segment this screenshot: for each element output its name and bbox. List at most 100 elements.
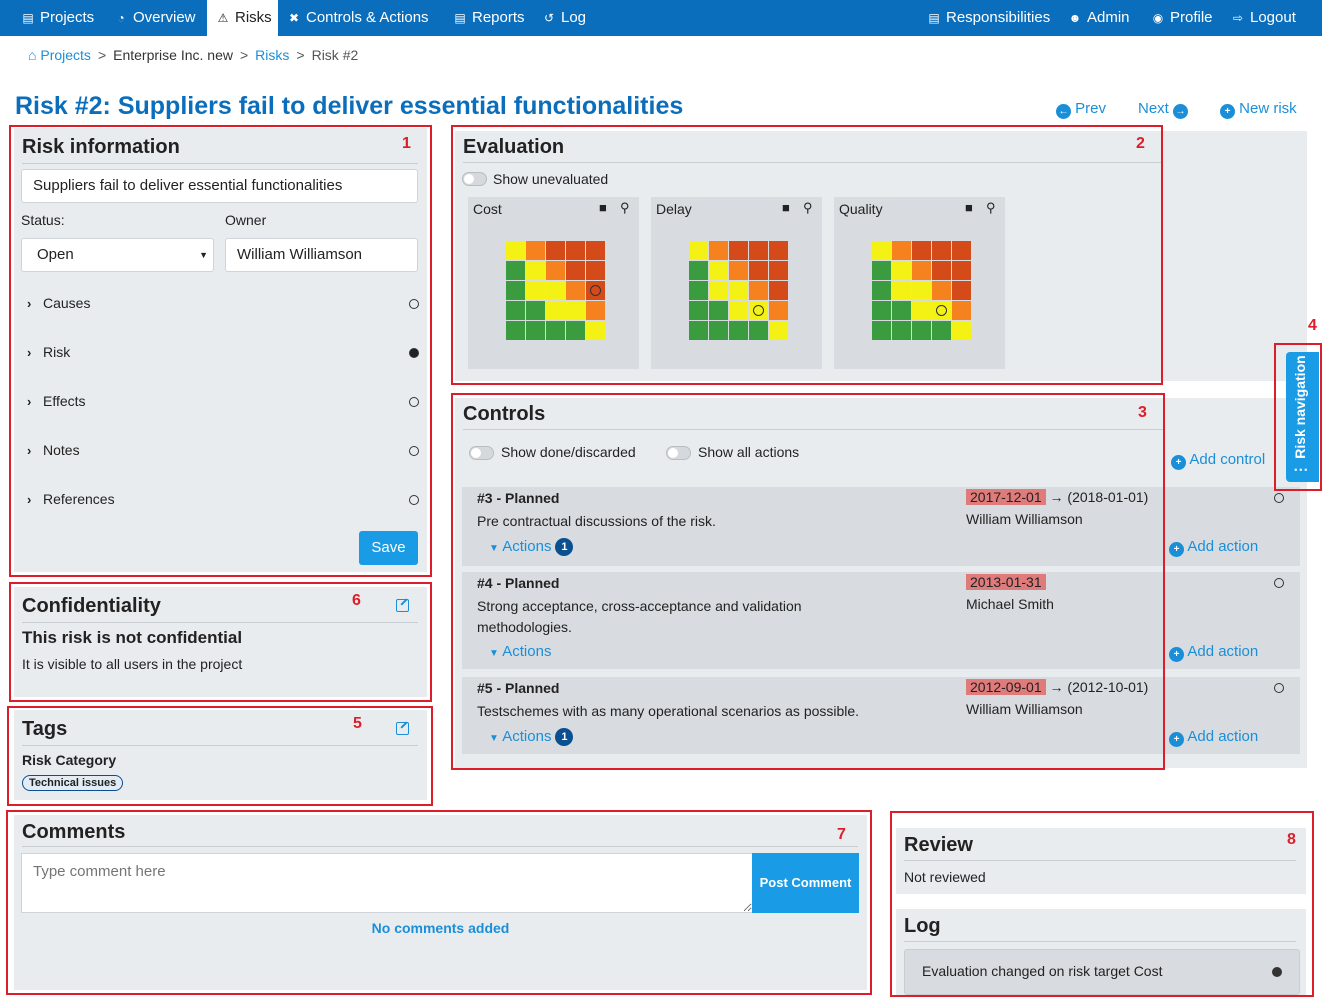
matrix-cell[interactable] xyxy=(769,281,788,300)
edit-icon[interactable] xyxy=(396,599,409,612)
matrix-cell[interactable] xyxy=(506,321,525,340)
new-risk-button[interactable]: + New risk xyxy=(1220,100,1297,119)
matrix-cell[interactable] xyxy=(749,241,768,260)
matrix-cell[interactable] xyxy=(749,261,768,280)
actions-toggle[interactable]: ▼ Actions 1 xyxy=(489,538,574,556)
matrix-cell[interactable] xyxy=(729,301,748,320)
breadcrumb-risks[interactable]: Risks xyxy=(255,47,289,63)
nav-responsibilities[interactable]: ▤ Responsibilities xyxy=(926,0,1050,36)
matrix-cell[interactable] xyxy=(546,261,565,280)
matrix-cell[interactable] xyxy=(932,261,951,280)
matrix-cell[interactable] xyxy=(729,261,748,280)
matrix-cell[interactable] xyxy=(872,261,891,280)
add-action-button[interactable]: + Add action xyxy=(1169,643,1258,662)
breadcrumb-projects[interactable]: ⌂ Projects xyxy=(28,47,91,63)
prev-button[interactable]: ← Prev xyxy=(1056,100,1106,119)
section-causes[interactable]: › Causes xyxy=(27,295,419,315)
matrix-cell[interactable] xyxy=(546,301,565,320)
add-control-button[interactable]: + Add control xyxy=(1171,451,1265,470)
matrix-cell[interactable] xyxy=(709,241,728,260)
tag-badge[interactable]: Technical issues xyxy=(22,775,124,791)
nav-logout[interactable]: ⇨ Logout xyxy=(1230,0,1296,36)
matrix-cell[interactable] xyxy=(912,261,931,280)
matrix-cell[interactable] xyxy=(546,281,565,300)
nav-profile[interactable]: ◉ Profile xyxy=(1150,0,1213,36)
matrix-cell[interactable] xyxy=(586,241,605,260)
matrix-cell[interactable] xyxy=(952,321,971,340)
matrix-cell[interactable] xyxy=(769,301,788,320)
zoom-icon[interactable]: ⚲ xyxy=(620,200,630,216)
save-button[interactable]: Save xyxy=(359,531,418,565)
actions-toggle[interactable]: ▼ Actions 1 xyxy=(489,728,574,746)
matrix-cell[interactable] xyxy=(952,281,971,300)
comment-textarea[interactable] xyxy=(21,853,753,913)
matrix-cell[interactable] xyxy=(566,301,585,320)
matrix-cell[interactable] xyxy=(952,301,971,320)
edit-icon[interactable] xyxy=(396,722,409,735)
matrix-cell[interactable] xyxy=(749,321,768,340)
matrix-cell[interactable] xyxy=(932,281,951,300)
matrix-cell[interactable] xyxy=(892,261,911,280)
matrix-cell[interactable] xyxy=(689,321,708,340)
status-select[interactable]: Open ▼ xyxy=(21,238,214,272)
matrix-cell[interactable] xyxy=(689,301,708,320)
nav-controls-actions[interactable]: ✖ Controls & Actions xyxy=(286,0,429,36)
matrix-cell[interactable] xyxy=(932,301,951,320)
breadcrumb-project[interactable]: Enterprise Inc. new xyxy=(113,47,233,63)
matrix-cell[interactable] xyxy=(769,321,788,340)
trash-icon[interactable]: ■ xyxy=(599,200,607,215)
matrix-cell[interactable] xyxy=(709,261,728,280)
section-effects[interactable]: › Effects xyxy=(27,393,419,413)
show-all-actions-toggle[interactable] xyxy=(666,446,691,460)
zoom-icon[interactable]: ⚲ xyxy=(986,200,996,216)
matrix-cell[interactable] xyxy=(892,281,911,300)
matrix-cell[interactable] xyxy=(749,281,768,300)
nav-log[interactable]: ↺ Log xyxy=(541,0,586,36)
matrix-cell[interactable] xyxy=(566,281,585,300)
matrix-cell[interactable] xyxy=(566,261,585,280)
next-button[interactable]: Next → xyxy=(1138,100,1189,119)
log-entry[interactable]: Evaluation changed on risk target Cost xyxy=(904,949,1300,995)
trash-icon[interactable]: ■ xyxy=(782,200,790,215)
matrix-cell[interactable] xyxy=(586,301,605,320)
matrix-cell[interactable] xyxy=(912,281,931,300)
matrix-cell[interactable] xyxy=(749,301,768,320)
matrix-cell[interactable] xyxy=(526,261,545,280)
section-risk[interactable]: › Risk xyxy=(27,344,419,364)
matrix-cell[interactable] xyxy=(586,281,605,300)
matrix-cell[interactable] xyxy=(952,261,971,280)
matrix-cell[interactable] xyxy=(872,241,891,260)
section-references[interactable]: › References xyxy=(27,491,419,511)
matrix-cell[interactable] xyxy=(709,321,728,340)
matrix-cell[interactable] xyxy=(689,261,708,280)
section-notes[interactable]: › Notes xyxy=(27,442,419,462)
nav-admin[interactable]: ☻ Admin xyxy=(1067,0,1130,36)
matrix-cell[interactable] xyxy=(872,301,891,320)
matrix-cell[interactable] xyxy=(526,241,545,260)
matrix-cell[interactable] xyxy=(872,281,891,300)
zoom-icon[interactable]: ⚲ xyxy=(803,200,813,216)
post-comment-button[interactable]: Post Comment xyxy=(752,853,859,913)
matrix-cell[interactable] xyxy=(709,301,728,320)
matrix-cell[interactable] xyxy=(526,301,545,320)
matrix-cell[interactable] xyxy=(546,321,565,340)
nav-projects[interactable]: ▤ Projects xyxy=(20,0,94,36)
matrix-cell[interactable] xyxy=(912,301,931,320)
matrix-cell[interactable] xyxy=(729,281,748,300)
actions-toggle[interactable]: ▼ Actions xyxy=(489,643,551,660)
matrix-cell[interactable] xyxy=(526,321,545,340)
matrix-cell[interactable] xyxy=(892,301,911,320)
nav-risks[interactable]: ⚠ Risks xyxy=(207,0,278,36)
matrix-cell[interactable] xyxy=(892,241,911,260)
control-row[interactable]: #3 - Planned Pre contractual discussions… xyxy=(462,487,1300,566)
matrix-cell[interactable] xyxy=(932,241,951,260)
matrix-cell[interactable] xyxy=(566,321,585,340)
matrix-cell[interactable] xyxy=(892,321,911,340)
matrix-cell[interactable] xyxy=(769,241,788,260)
matrix-cell[interactable] xyxy=(709,281,728,300)
matrix-cell[interactable] xyxy=(586,321,605,340)
matrix-cell[interactable] xyxy=(566,241,585,260)
matrix-cell[interactable] xyxy=(506,261,525,280)
nav-overview[interactable]: ◔ Overview xyxy=(113,0,195,36)
show-done-toggle[interactable] xyxy=(469,446,494,460)
